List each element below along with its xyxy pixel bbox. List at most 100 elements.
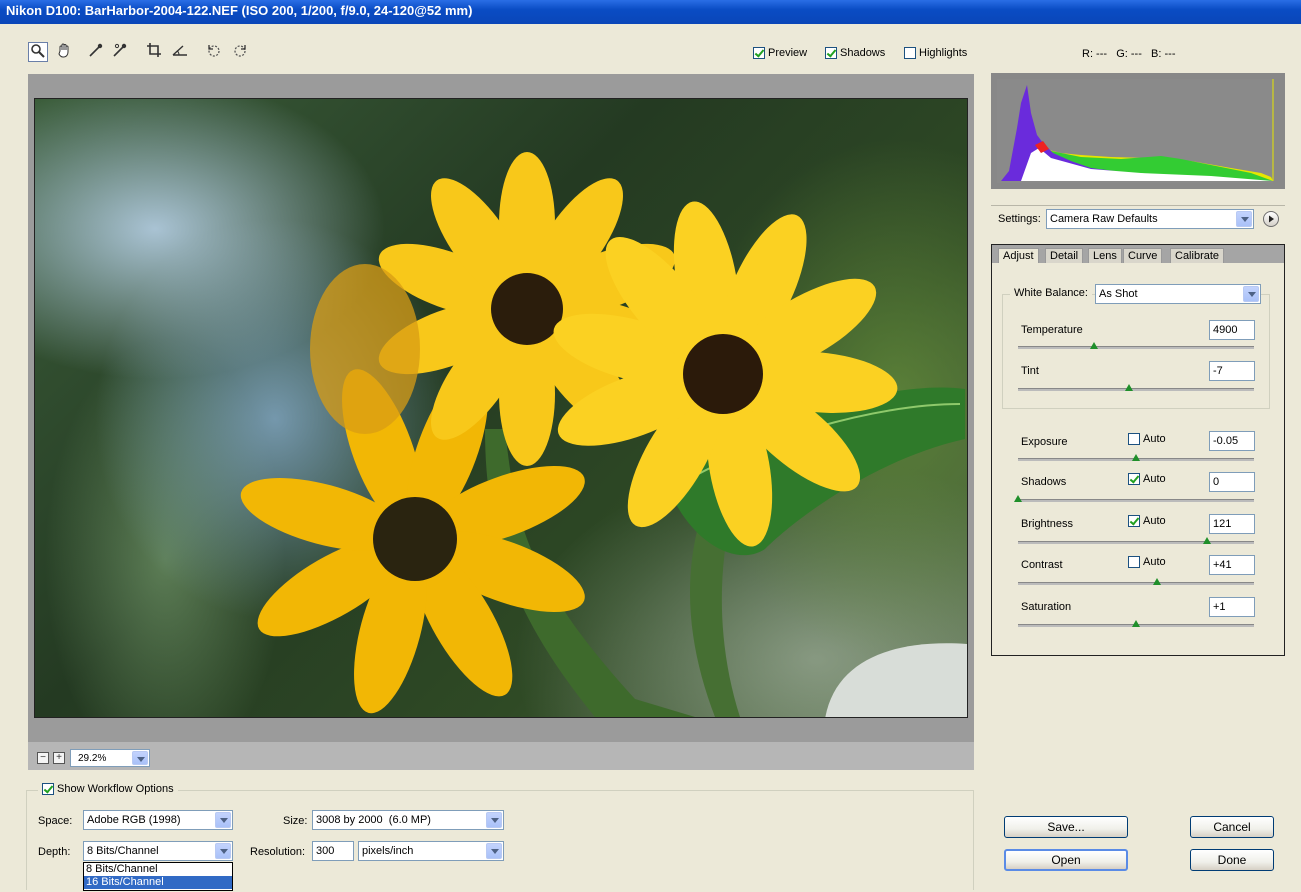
depth-dropdown-list[interactable]: 8 Bits/Channel 16 Bits/Channel bbox=[83, 862, 233, 891]
brightness-auto-checkbox[interactable] bbox=[1128, 515, 1140, 528]
settings-menu-button[interactable] bbox=[1263, 211, 1279, 227]
exposure-slider-thumb[interactable] bbox=[1132, 454, 1140, 461]
save-button[interactable]: Save... bbox=[1004, 816, 1128, 838]
depth-select[interactable]: 8 Bits/Channel bbox=[83, 841, 233, 861]
depth-option-16[interactable]: 16 Bits/Channel bbox=[84, 876, 232, 889]
contrast-field[interactable]: +41 bbox=[1209, 555, 1255, 575]
brightness-slider[interactable] bbox=[1018, 541, 1254, 544]
contrast-auto-label: Auto bbox=[1143, 556, 1166, 569]
brightness-auto[interactable]: Auto bbox=[1128, 515, 1166, 528]
shadows-adj-value: 0 bbox=[1213, 476, 1220, 488]
tab-lens-label: Lens bbox=[1093, 250, 1117, 262]
open-button[interactable]: Open bbox=[1004, 849, 1128, 871]
chevron-down-icon bbox=[1236, 211, 1252, 227]
window-title-bar: Nikon D100: BarHarbor-2004-122.NEF (ISO … bbox=[0, 0, 1301, 24]
exposure-auto-label: Auto bbox=[1143, 433, 1166, 446]
shadows-label: Shadows bbox=[840, 47, 886, 60]
brightness-label: Brightness bbox=[1021, 518, 1073, 530]
chevron-down-icon bbox=[215, 812, 231, 828]
tab-adjust-label: Adjust bbox=[1003, 250, 1034, 262]
chevron-down-icon bbox=[132, 751, 148, 765]
contrast-auto[interactable]: Auto bbox=[1128, 556, 1166, 569]
saturation-slider-thumb[interactable] bbox=[1132, 620, 1140, 627]
white-balance-group bbox=[1002, 294, 1270, 409]
temperature-slider[interactable] bbox=[1018, 346, 1254, 349]
preview-option[interactable]: Preview bbox=[753, 47, 807, 60]
sunflowers-photo bbox=[240, 152, 967, 717]
color-sampler-tool-icon[interactable] bbox=[110, 42, 130, 62]
tint-slider-thumb[interactable] bbox=[1125, 384, 1133, 391]
rotate-left-icon[interactable] bbox=[204, 42, 224, 62]
saturation-label: Saturation bbox=[1021, 601, 1072, 613]
shadows-auto-checkbox[interactable] bbox=[1128, 473, 1140, 486]
temperature-slider-thumb[interactable] bbox=[1090, 342, 1098, 349]
zoom-out-button[interactable]: − bbox=[37, 752, 49, 764]
highlights-label: Highlights bbox=[919, 47, 968, 60]
shadows-auto[interactable]: Auto bbox=[1128, 473, 1166, 486]
tab-lens[interactable]: Lens bbox=[1088, 248, 1122, 263]
chevron-down-icon bbox=[486, 843, 502, 859]
space-select[interactable]: Adobe RGB (1998) bbox=[83, 810, 233, 830]
done-button[interactable]: Done bbox=[1190, 849, 1274, 871]
resolution-field[interactable]: 300 bbox=[312, 841, 354, 861]
size-select[interactable]: 3008 by 2000 (6.0 MP) bbox=[312, 810, 504, 830]
cancel-button[interactable]: Cancel bbox=[1190, 816, 1274, 838]
shadows-option[interactable]: Shadows bbox=[825, 47, 886, 60]
contrast-label: Contrast bbox=[1021, 559, 1063, 571]
rgb-readout: R: --- G: --- B: --- bbox=[1082, 48, 1176, 60]
settings-value: Camera Raw Defaults bbox=[1050, 213, 1158, 225]
shadows-checkbox[interactable] bbox=[825, 47, 837, 60]
depth-option-8[interactable]: 8 Bits/Channel bbox=[84, 863, 232, 876]
shadows-adj-slider-thumb[interactable] bbox=[1014, 495, 1022, 502]
brightness-auto-label: Auto bbox=[1143, 515, 1166, 528]
brightness-slider-thumb[interactable] bbox=[1203, 537, 1211, 544]
preview-image[interactable] bbox=[34, 98, 968, 718]
resolution-unit-value: pixels/inch bbox=[362, 845, 414, 857]
show-workflow-label: Show Workflow Options bbox=[57, 783, 174, 796]
show-workflow-checkbox[interactable] bbox=[42, 783, 54, 796]
tint-slider[interactable] bbox=[1018, 388, 1254, 391]
highlights-option[interactable]: Highlights bbox=[904, 47, 968, 60]
resolution-value: 300 bbox=[316, 845, 335, 857]
tab-curve-label: Curve bbox=[1128, 250, 1158, 262]
depth-label: Depth: bbox=[38, 846, 71, 858]
resolution-unit-select[interactable]: pixels/inch bbox=[358, 841, 504, 861]
white-balance-tool-icon[interactable] bbox=[86, 42, 106, 62]
tab-calibrate-label: Calibrate bbox=[1175, 250, 1220, 262]
zoom-bar bbox=[28, 742, 974, 770]
rotate-right-icon[interactable] bbox=[230, 42, 250, 62]
contrast-auto-checkbox[interactable] bbox=[1128, 556, 1140, 569]
tab-calibrate[interactable]: Calibrate bbox=[1170, 248, 1225, 263]
crop-tool-icon[interactable] bbox=[144, 42, 164, 62]
zoom-select[interactable]: 29.2% bbox=[70, 749, 150, 767]
exposure-auto-checkbox[interactable] bbox=[1128, 433, 1140, 446]
show-workflow-option[interactable]: Show Workflow Options bbox=[38, 783, 178, 796]
zoom-in-button[interactable]: + bbox=[53, 752, 65, 764]
hand-tool-icon[interactable] bbox=[54, 42, 74, 62]
tab-adjust[interactable]: Adjust bbox=[998, 248, 1039, 263]
contrast-value: +41 bbox=[1213, 559, 1232, 571]
highlights-checkbox[interactable] bbox=[904, 47, 916, 60]
temperature-field[interactable]: 4900 bbox=[1209, 320, 1255, 340]
tab-curve[interactable]: Curve bbox=[1123, 248, 1163, 263]
chevron-down-icon bbox=[215, 843, 231, 859]
tint-field[interactable]: -7 bbox=[1209, 361, 1255, 381]
exposure-label: Exposure bbox=[1021, 436, 1068, 448]
contrast-slider-thumb[interactable] bbox=[1153, 578, 1161, 585]
straighten-tool-icon[interactable] bbox=[170, 42, 190, 62]
contrast-slider[interactable] bbox=[1018, 582, 1254, 585]
exposure-auto[interactable]: Auto bbox=[1128, 433, 1166, 446]
tint-label: Tint bbox=[1021, 365, 1039, 377]
saturation-field[interactable]: +1 bbox=[1209, 597, 1255, 617]
space-label: Space: bbox=[38, 815, 73, 827]
shadows-adj-field[interactable]: 0 bbox=[1209, 472, 1255, 492]
shadows-adj-slider[interactable] bbox=[1018, 499, 1254, 502]
shadows-adj-label: Shadows bbox=[1021, 476, 1067, 488]
exposure-field[interactable]: -0.05 bbox=[1209, 431, 1255, 451]
zoom-tool-icon[interactable] bbox=[28, 42, 48, 62]
white-balance-select[interactable]: As Shot bbox=[1095, 284, 1261, 304]
preview-checkbox[interactable] bbox=[753, 47, 765, 60]
tab-detail[interactable]: Detail bbox=[1045, 248, 1084, 263]
settings-select[interactable]: Camera Raw Defaults bbox=[1046, 209, 1254, 229]
brightness-field[interactable]: 121 bbox=[1209, 514, 1255, 534]
